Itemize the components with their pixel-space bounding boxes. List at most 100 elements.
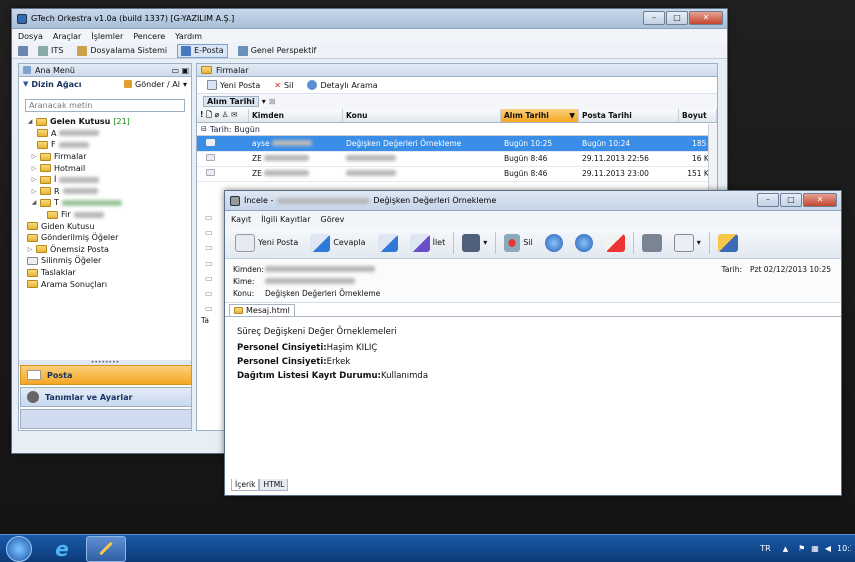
body-field: Personel Cinsiyeti:Haşim KILIÇ <box>237 341 829 355</box>
tray-arrow-icon[interactable]: ▲ <box>783 545 788 553</box>
start-button[interactable] <box>6 535 32 562</box>
folder-icon <box>40 175 51 184</box>
menu-pencere[interactable]: Pencere <box>133 32 165 41</box>
date-label: Tarih: <box>721 265 742 274</box>
message-title-bar[interactable]: İncele - Değişken Değerleri Örnekleme – … <box>225 191 841 211</box>
panel-min-icon[interactable]: ▭ <box>171 66 179 75</box>
reply-button[interactable]: Cevapla <box>306 230 369 256</box>
msg-maximize-button[interactable]: □ <box>780 193 802 207</box>
menu-islemler[interactable]: İşlemler <box>91 32 123 41</box>
previous-button[interactable] <box>541 230 567 256</box>
group-collapse-icon[interactable]: ⊟ <box>201 125 207 133</box>
table-row[interactable]: ZE Bugün 8:46 29.11.2013 22:56 16 KB <box>197 151 717 167</box>
attachment-tab-label: Mesaj.html <box>246 306 290 315</box>
mail-column-header: ! 🗋 ⌀ ♙ ✉ Kimden Konu Alım Tarihi ▼ Posta… <box>197 109 717 123</box>
msg-delete-button[interactable]: Sil <box>500 230 537 256</box>
tree-sub-a[interactable]: A <box>27 128 191 140</box>
group-row-today[interactable]: ⊟ Tarih: Bugün <box>197 123 717 136</box>
delete-button[interactable]: ✕ Sil <box>270 79 297 92</box>
perspective-grid-icon[interactable] <box>18 45 28 56</box>
detailed-search-button[interactable]: Detaylı Arama <box>303 78 381 92</box>
tab-icerik[interactable]: İçerik <box>231 479 260 491</box>
language-indicator[interactable]: TR <box>760 544 770 553</box>
tree-sub-hotmail[interactable]: ▷ Hotmail <box>27 162 191 174</box>
field-label: Personel Cinsiyeti: <box>237 357 327 367</box>
attachment-tab-mesaj[interactable]: Mesaj.html <box>229 304 295 316</box>
col-sent[interactable]: Posta Tarihi <box>579 109 679 122</box>
flag-columns[interactable]: ! 🗋 ⌀ ♙ ✉ <box>197 109 249 122</box>
save-button[interactable]: ▾ <box>458 230 491 256</box>
menu-gorev[interactable]: Görev <box>321 215 345 224</box>
perspective-genel[interactable]: Genel Perspektif <box>234 44 321 58</box>
col-subject[interactable]: Konu <box>343 109 501 122</box>
tree-sub-firmalar[interactable]: ▷ Firmalar <box>27 151 191 163</box>
reply-all-button[interactable] <box>374 230 402 256</box>
tree-onemsiz[interactable]: ▷ Önemsiz Posta <box>27 244 191 256</box>
network-tray-icon[interactable]: ▦ <box>811 544 819 553</box>
menu-araclar[interactable]: Araçlar <box>53 32 81 41</box>
tree-taslaklar[interactable]: Taslaklar <box>27 267 191 279</box>
tree-sub-r[interactable]: ▷ R <box>27 186 191 198</box>
msg-minimize-button[interactable]: – <box>757 193 779 207</box>
field-value: Erkek <box>326 357 351 367</box>
view-button[interactable]: ▾ <box>670 230 705 256</box>
subfolder-label: T <box>54 198 59 208</box>
app-taskbar-button[interactable] <box>86 535 126 562</box>
tree-silinmis[interactable]: Silinmiş Öğeler <box>27 255 191 267</box>
tree-sub-fir[interactable]: Fir <box>27 209 191 221</box>
col-received[interactable]: Alım Tarihi ▼ <box>501 109 579 122</box>
group-by-remove-icon[interactable]: ⊠ <box>269 97 276 106</box>
menu-dosya[interactable]: Dosya <box>18 32 43 41</box>
print-button[interactable] <box>638 230 666 256</box>
perspective-eposta[interactable]: E-Posta <box>177 43 228 58</box>
tab-html[interactable]: HTML <box>259 479 289 491</box>
main-title-bar[interactable]: GTech Orkestra v1.0a (build 1337) [G-YAZ… <box>12 9 727 29</box>
junk-icon <box>36 245 47 254</box>
table-row[interactable]: ayse Değişken Değerleri Örnekleme Bugün … <box>197 136 717 152</box>
date-value: Pzt 02/12/2013 10:25 <box>749 265 831 274</box>
nav-settings-button[interactable]: Tanımlar ve Ayarlar <box>20 387 192 407</box>
nav-posta-button[interactable]: Posta <box>20 365 192 385</box>
edit-button[interactable] <box>714 230 742 256</box>
msg-close-button[interactable]: ✕ <box>803 193 837 207</box>
panel-max-icon[interactable]: ▣ <box>181 66 189 75</box>
collapse-icon[interactable]: ▼ <box>23 80 28 88</box>
send-receive-button[interactable]: Gönder / Al ▾ <box>124 80 187 89</box>
msg-new-mail-button[interactable]: Yeni Posta <box>231 230 302 256</box>
tree-giden[interactable]: Giden Kutusu <box>27 220 191 232</box>
perspective-dosyalama[interactable]: Dosyalama Sistemi <box>73 44 171 58</box>
search-input[interactable]: Aranacak metin <box>25 99 185 112</box>
tree-sub-f[interactable]: F <box>27 139 191 151</box>
folder-label: Taslaklar <box>41 268 76 278</box>
new-mail-button[interactable]: Yeni Posta <box>203 78 264 92</box>
field-label: Dağıtım Listesi Kayıt Durumu: <box>237 371 381 381</box>
mail-icon <box>206 154 215 161</box>
menu-ilgili-kayitlar[interactable]: İlgili Kayıtlar <box>261 215 310 224</box>
tree-inbox[interactable]: ◢ Gelen Kutusu [21] <box>27 116 191 128</box>
message-header: Kimden: Kime: Konu: Değişken Değerleri Ör… <box>225 259 841 303</box>
menu-kayit[interactable]: Kayıt <box>231 215 251 224</box>
menu-yardim[interactable]: Yardım <box>175 32 202 41</box>
row-from: ZE <box>252 154 262 163</box>
perspective-its[interactable]: ITS <box>34 44 67 58</box>
mark-read-button[interactable] <box>601 230 629 256</box>
volume-tray-icon[interactable]: ◀ <box>825 544 831 553</box>
col-size[interactable]: Boyut <box>679 109 717 122</box>
flag-tray-icon[interactable]: ⚑ <box>798 544 805 553</box>
tree-gonderilmis[interactable]: Gönderilmiş Öğeler <box>27 232 191 244</box>
ie-taskbar-icon[interactable]: e <box>50 537 74 561</box>
clock[interactable]: 10:25 <box>837 544 851 553</box>
group-today-label: Tarih: Bugün <box>209 124 260 134</box>
close-button[interactable]: ✕ <box>689 11 723 25</box>
minimize-button[interactable]: – <box>643 11 665 25</box>
col-from[interactable]: Kimden <box>249 109 343 122</box>
group-by-dropdown-icon[interactable]: ▾ <box>262 97 266 106</box>
maximize-button[interactable]: □ <box>666 11 688 25</box>
next-button[interactable] <box>571 230 597 256</box>
group-by-chip[interactable]: Alım Tarihi <box>203 96 259 107</box>
table-row[interactable]: ZE Bugün 8:46 29.11.2013 23:00 151 KB <box>197 166 717 182</box>
tree-arama[interactable]: Arama Sonuçları <box>27 278 191 290</box>
forward-button[interactable]: İlet <box>406 230 450 256</box>
tree-sub-t[interactable]: ◢ T <box>27 197 191 209</box>
tree-sub-i[interactable]: ▷ İ <box>27 174 191 186</box>
